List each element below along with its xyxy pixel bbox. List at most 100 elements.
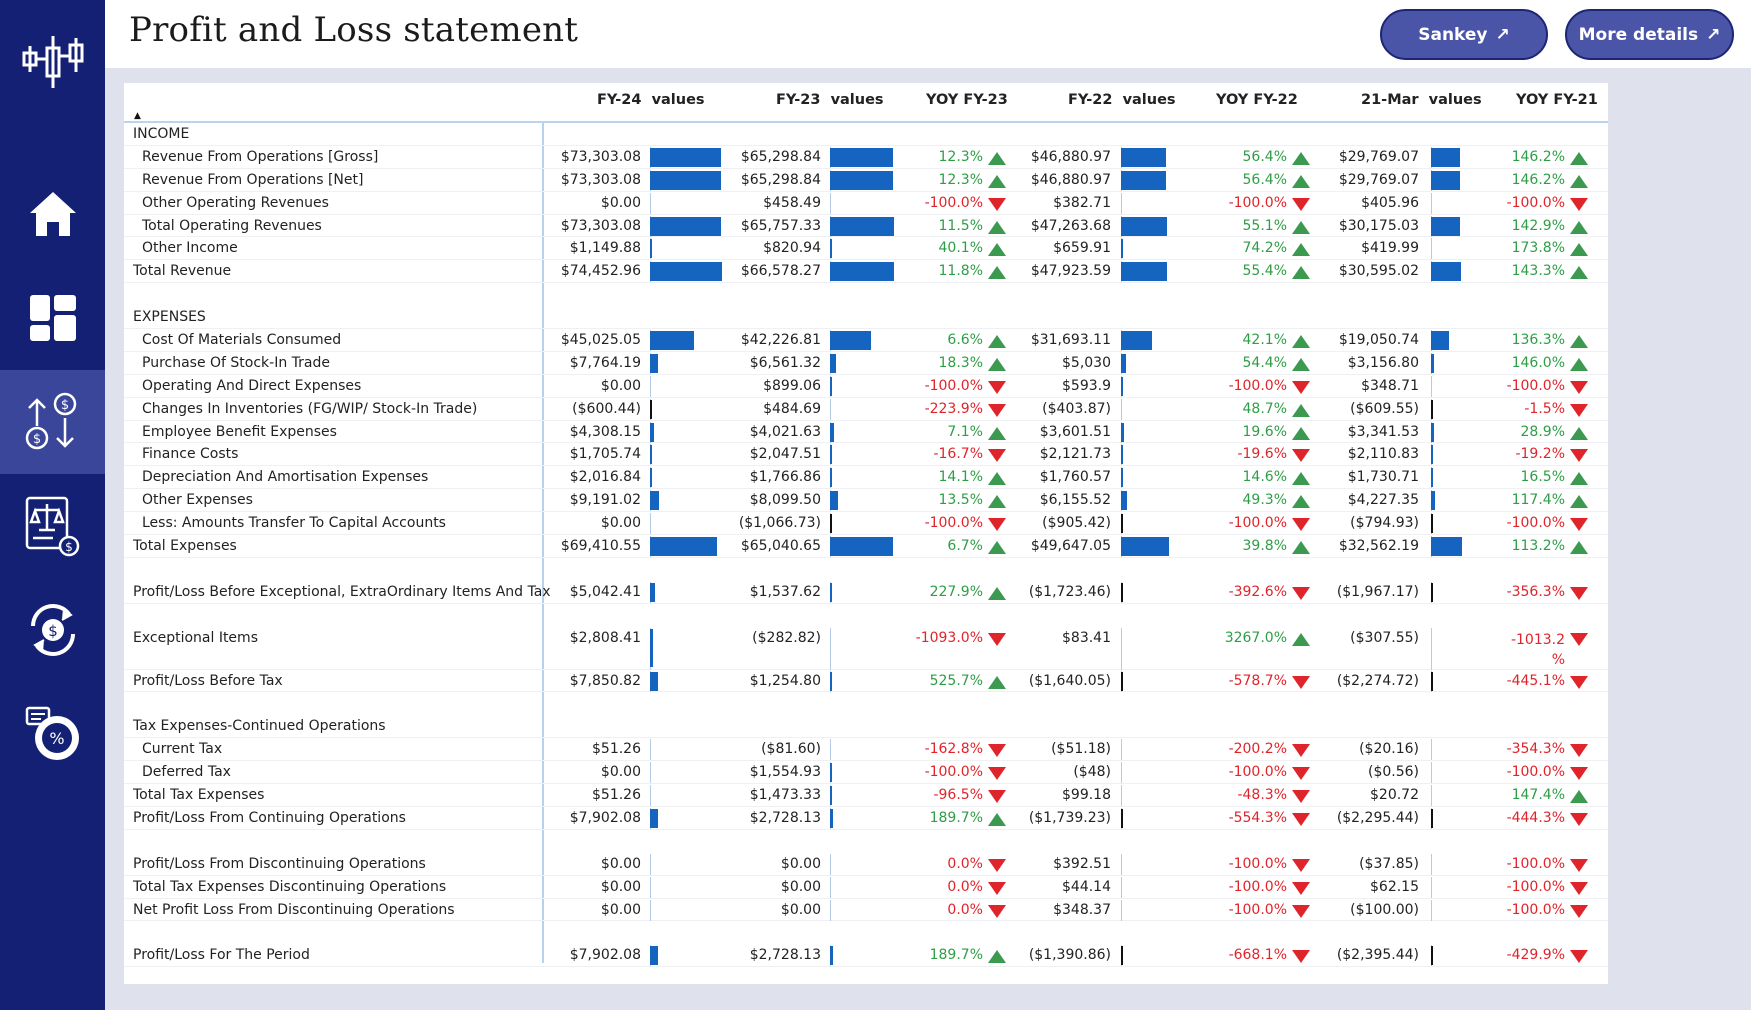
table-row[interactable]: Profit/Loss From Continuing Operations $7… [124,807,1608,830]
table-row[interactable]: Other Income $1,149.88 $820.94 $659.91 $419.… [124,237,1608,261]
yoy-value-yoy22: 3267.0% [1224,629,1287,646]
yoy-value-yoy22: 42.1% [1242,332,1287,349]
table-row[interactable]: Deferred Tax $0.00 $1,554.93 ($48) ($0.56) -1… [124,761,1608,785]
nav-balance[interactable]: $ [0,474,105,578]
table-row[interactable]: Profit/Loss Before Tax $7,850.82 $1,254.80… [124,670,1608,693]
nav-cashflow[interactable]: $ $ [0,370,105,474]
cell-value-fy22: $83.41 [1062,629,1111,646]
col-header-yoy-fy23[interactable]: YOY FY-23 [926,92,1008,108]
table-row[interactable]: Other Expenses $9,191.02 $8,099.50 $6,155.5… [124,489,1608,513]
data-bar-fy22 [1121,468,1123,488]
cell-value-fy22: $31,693.11 [1030,332,1111,349]
cell-value-fy21: $3,341.53 [1347,423,1419,440]
bar-baseline [830,398,831,420]
nav-ratios[interactable]: % [0,682,105,786]
col-header-fy21[interactable]: 21-Mar values [1361,92,1482,108]
data-bar-fy21 [1431,808,1433,828]
trend-up-icon [1292,632,1310,646]
data-bar-fy24 [650,262,722,282]
data-bar-fy24 [650,468,652,488]
trend-up-icon [988,174,1006,188]
table-row[interactable]: Less: Amounts Transfer To Capital Accoun… [124,512,1608,536]
table-spacer-row [124,830,1608,853]
data-bar-fy21 [1431,422,1434,442]
bar-baseline [1431,375,1432,397]
yoy-value-yoy21: 147.4% [1511,787,1565,804]
yoy-value-yoy22: 54.4% [1242,354,1287,371]
yoy-value-yoy23: -100.0% [924,377,983,394]
data-bar-fy23 [830,147,893,167]
col-header-fy23[interactable]: FY-23 values [776,92,884,108]
yoy-value-yoy22: -100.0% [1228,764,1287,781]
column-header-row: ▲ FY-24 values FY-23 values YOY FY-23 FY… [124,83,1608,123]
table-row[interactable]: Total Operating Revenues $73,303.08 $65,75… [124,215,1608,238]
table-row[interactable]: Other Operating Revenues $0.00 $458.49 $382… [124,192,1608,215]
cell-value-fy24: $7,902.08 [569,947,641,964]
table-row[interactable]: Operating And Direct Expenses $0.00 $899.0… [124,375,1608,398]
col-header-fy24[interactable]: FY-24 values [597,92,705,108]
data-bar-fy24 [650,808,658,828]
table-row[interactable]: Profit/Loss Before Exceptional, ExtraOrd… [124,581,1608,604]
svg-text:%: % [49,729,64,748]
nav-exchange[interactable]: $ [0,578,105,682]
cell-value-fy21: $2,110.83 [1347,446,1419,463]
bar-baseline [650,375,651,397]
bar-baseline [830,876,831,898]
trend-up-icon [988,266,1006,280]
balance-scale-icon: $ [23,494,83,558]
trend-up-icon [1292,151,1310,165]
external-arrow-icon: ↗ [1495,24,1510,45]
cell-value-fy22: $44.14 [1062,878,1111,895]
cell-value-fy24: $73,303.08 [560,171,641,188]
table-row[interactable]: Net Profit Loss From Discontinuing Opera… [124,899,1608,922]
table-row[interactable]: Revenue From Operations [Gross] $73,303.0… [124,146,1608,169]
table-row[interactable]: Total Expenses $69,410.55 $65,040.65 $49,64… [124,535,1608,558]
table-row[interactable]: Depreciation And Amortisation Expenses $2… [124,466,1608,490]
sankey-button[interactable]: Sankey ↗ [1380,9,1548,60]
trend-up-icon [1570,151,1588,165]
cell-value-fy22: $348.37 [1053,901,1111,918]
yoy-value-yoy22: 55.1% [1242,217,1287,234]
more-details-button[interactable]: More details ↗ [1565,9,1734,60]
table-row[interactable]: Total Tax Expenses $51.26 $1,473.33 $99.18 $… [124,784,1608,807]
table-row[interactable]: Purchase Of Stock-In Trade $7,764.19 $6,56… [124,352,1608,375]
trend-up-icon [988,950,1006,964]
sort-ascending-icon[interactable]: ▲ [134,111,141,121]
table-row[interactable]: Finance Costs $1,705.74 $2,047.51 $2,121.73… [124,443,1608,467]
table-row[interactable]: Profit/Loss From Discontinuing Operation… [124,853,1608,876]
yoy-value-yoy21: 16.5% [1520,469,1565,486]
cell-value-fy24: $73,303.08 [560,217,641,234]
trend-up-icon [1292,266,1310,280]
cell-value-fy23: $42,226.81 [740,332,821,349]
nav-dashboard[interactable] [0,266,105,370]
trend-up-icon [1570,426,1588,440]
trend-up-icon [1292,495,1310,509]
table-row[interactable]: Revenue From Operations [Net] $73,303.08 $… [124,169,1608,192]
trend-down-icon [1570,744,1588,758]
col-header-yoy-fy21[interactable]: YOY FY-21 [1516,92,1598,108]
cell-value-fy23: $0.00 [780,878,821,895]
row-label: Exceptional Items [133,629,258,646]
trend-up-icon [1292,335,1310,349]
data-bar-fy23 [830,262,894,282]
row-label: Profit/Loss Before Tax [133,672,283,689]
table-row[interactable]: Total Revenue $74,452.96 $66,578.27 $47,923… [124,260,1608,284]
cell-value-fy24: $0.00 [600,194,641,211]
table-row[interactable]: Cost Of Materials Consumed $45,025.05 $42,… [124,329,1608,352]
trend-down-icon [1570,380,1588,394]
table-row[interactable]: Changes In Inventories (FG/WIP/ Stock-In… [124,398,1608,421]
yoy-value-yoy21: 173.8% [1511,240,1565,257]
table-row[interactable]: Employee Benefit Expenses $4,308.15 $4,021… [124,421,1608,444]
table-row[interactable]: Total Tax Expenses Discontinuing Operati… [124,876,1608,899]
yoy-value-yoy22: -200.2% [1228,741,1287,758]
col-header-fy22[interactable]: FY-22 values [1068,92,1176,108]
data-bar-fy22 [1121,491,1127,511]
col-header-yoy-fy22[interactable]: YOY FY-22 [1216,92,1298,108]
table-row[interactable]: Profit/Loss For The Period $7,902.08 $2,72… [124,944,1608,968]
bar-baseline [650,762,651,784]
table-row[interactable]: Current Tax $51.26 ($81.60) ($51.18) ($20.16… [124,738,1608,762]
bar-baseline [1431,238,1432,260]
nav-home[interactable] [0,162,105,266]
trend-down-icon [988,904,1006,918]
table-row[interactable]: Exceptional Items $2,808.41 ($282.82) $83.4… [124,627,1608,670]
